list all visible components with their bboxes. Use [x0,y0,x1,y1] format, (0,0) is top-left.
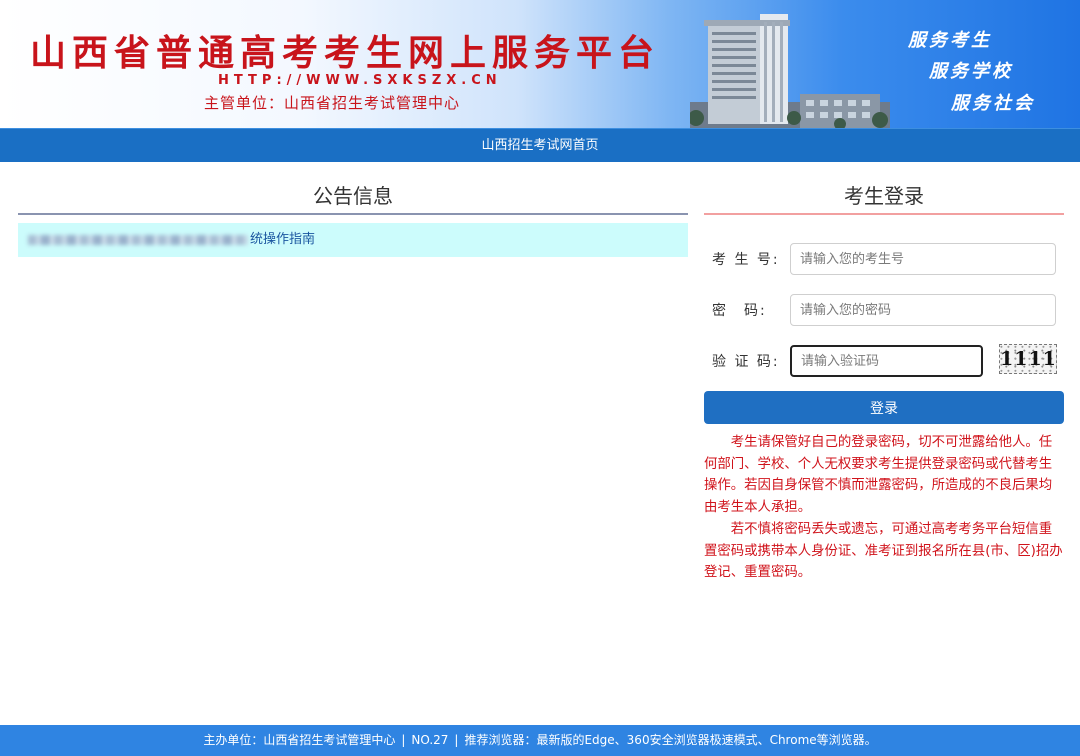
footer-separator: | [401,733,406,747]
building-illustration [690,14,890,128]
site-title: 山西省普通高考考生网上服务平台 [30,32,661,74]
login-button[interactable]: 登录 [704,391,1064,424]
slogan-serve-schools: 服务学校 [929,61,1013,82]
password-reset-notice: 若不慎将密码丢失或遗忘，可通过高考考务平台短信重置密码或携带本人身份证、准考证到… [704,522,1063,580]
site-sponsor: 主管单位：山西省招生考试管理中心 [204,94,461,112]
captcha-input[interactable] [790,345,983,377]
announcements-title: 公告信息 [313,184,393,208]
site-url: HTTP://WWW.SXKSZX.CN [218,73,502,88]
captcha-label: 验 证 码: [712,354,780,370]
password-label: 密 码: [712,303,767,319]
nav-bar: 山西招生考试网首页 [0,128,1080,162]
password-input[interactable] [790,294,1056,326]
footer-number: NO.27 [411,733,449,747]
footer-organizer: 主办单位：山西省招生考试管理中心 [203,733,396,747]
obscured-text [28,234,248,245]
header-banner: 山西省普通高考考生网上服务平台 HTTP://WWW.SXKSZX.CN 主管单… [0,0,1080,128]
password-safety-notice: 考生请保管好自己的登录密码，切不可泄露给他人。任何部门、学校、个人无权要求考生提… [704,435,1053,515]
login-title: 考生登录 [844,184,924,208]
slogan-serve-students: 服务考生 [908,30,992,51]
candidate-no-label: 考 生 号: [712,252,780,268]
captcha-image[interactable]: 1111 [999,344,1057,374]
announcement-item[interactable]: 统操作指南 [18,223,688,257]
nav-home-link[interactable]: 山西招生考试网首页 [481,129,598,163]
login-divider [704,213,1064,215]
announcements-divider [18,213,688,215]
announcement-item-text: 统操作指南 [250,232,316,247]
footer-separator: | [454,733,459,747]
slogan-serve-society: 服务社会 [951,93,1035,114]
footer: 主办单位：山西省招生考试管理中心 | NO.27 | 推荐浏览器：最新版的Edge、36… [0,725,1080,756]
footer-browsers: 推荐浏览器：最新版的Edge、360安全浏览器极速模式、Chrome等浏览器。 [464,733,877,747]
candidate-no-input[interactable] [790,243,1056,275]
